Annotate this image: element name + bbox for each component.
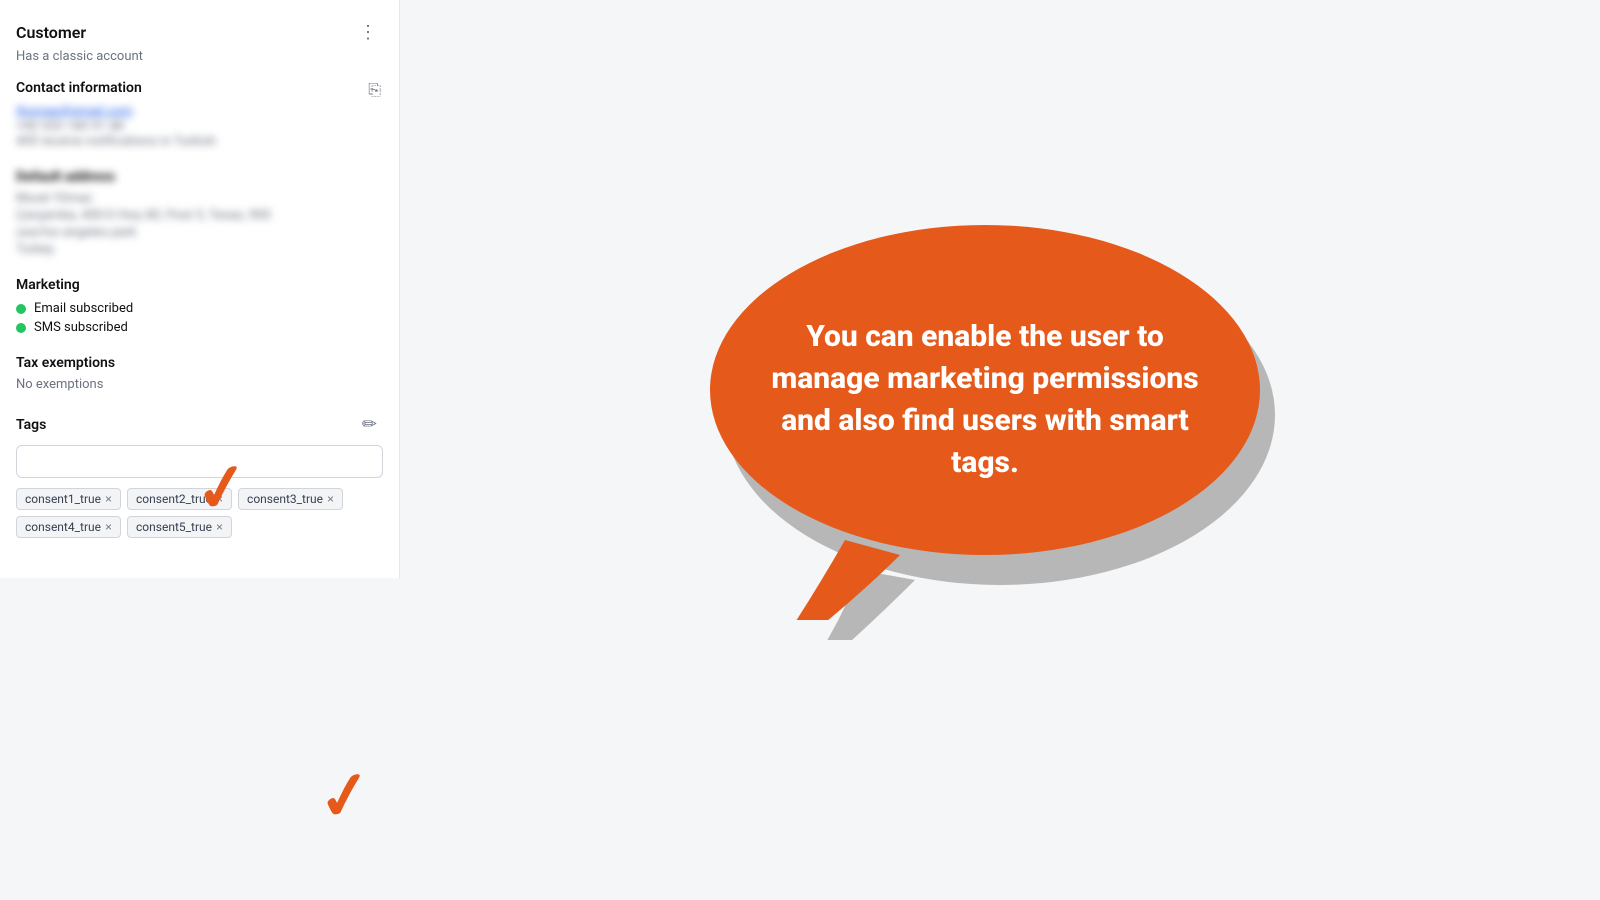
tag-label: consent2_true	[136, 492, 212, 506]
marketing-email-item: Email subscribed	[16, 301, 383, 316]
tag-remove-button[interactable]: ×	[105, 521, 112, 533]
list-item: consent4_true ×	[16, 516, 121, 538]
tag-label: consent3_true	[247, 492, 323, 506]
customer-title: Customer	[16, 23, 86, 42]
tag-remove-button[interactable]: ×	[216, 493, 223, 505]
clipboard-button[interactable]: ⎘	[366, 80, 383, 102]
address-name: Murat Yilmaz	[16, 191, 383, 206]
tag-remove-button[interactable]: ×	[216, 521, 223, 533]
customer-subtitle: Has a classic account	[16, 49, 383, 64]
edit-icon: ✏	[362, 414, 377, 434]
customer-phone: +90 555 180 91 88	[16, 119, 216, 134]
list-item: consent5_true ×	[127, 516, 232, 538]
address-line2: usa/los angeles park	[16, 225, 383, 240]
more-options-button[interactable]: ⋮	[353, 20, 383, 45]
tags-input[interactable]	[16, 445, 383, 478]
speech-bubble-text-container: You can enable the user to manage market…	[700, 230, 1270, 570]
contact-label: Contact information	[16, 80, 216, 96]
tags-edit-button[interactable]: ✏	[356, 412, 383, 437]
address-label: Default address	[16, 169, 383, 185]
address-line1: Çarşamba, 400-0 Hwy 80, Post 5, Texas, 9…	[16, 208, 383, 223]
list-item: consent3_true ×	[238, 488, 343, 510]
marketing-label: Marketing	[16, 277, 383, 293]
tags-label: Tags	[16, 417, 46, 433]
tax-value: No exemptions	[16, 377, 383, 392]
address-country: Turkey	[16, 242, 383, 257]
contact-row: Contact information thomas@gmail.com +90…	[16, 80, 383, 149]
list-item: consent1_true ×	[16, 488, 121, 510]
email-subscribed-label: Email subscribed	[34, 301, 133, 316]
customer-header: Customer ⋮	[16, 20, 383, 45]
tags-header: Tags ✏	[16, 412, 383, 437]
contact-details: Contact information thomas@gmail.com +90…	[16, 80, 216, 149]
tax-label: Tax exemptions	[16, 355, 383, 371]
tag-label: consent4_true	[25, 520, 101, 534]
tags-checkmark-icon: ✓	[313, 755, 378, 838]
contact-section: Contact information thomas@gmail.com +90…	[16, 80, 383, 149]
sms-subscribed-label: SMS subscribed	[34, 320, 128, 335]
right-area: You can enable the user to manage market…	[400, 0, 1600, 900]
tags-list: consent1_true × consent2_true × consent3…	[16, 488, 383, 538]
tags-section: Tags ✏ consent1_true × consent2_true × c…	[16, 412, 383, 538]
tag-remove-button[interactable]: ×	[105, 493, 112, 505]
tag-remove-button[interactable]: ×	[327, 493, 334, 505]
customer-notification: 400 receive notifications in Turkish	[16, 134, 216, 149]
marketing-sms-item: SMS subscribed	[16, 320, 383, 335]
sms-subscribed-dot	[16, 323, 26, 333]
list-item: consent2_true ×	[127, 488, 232, 510]
email-subscribed-dot	[16, 304, 26, 314]
customer-email[interactable]: thomas@gmail.com	[16, 104, 216, 119]
clipboard-icon: ⎘	[368, 82, 381, 99]
left-panel: Customer ⋮ Has a classic account Contact…	[0, 0, 400, 578]
address-section: Default address Murat Yilmaz Çarşamba, 4…	[16, 169, 383, 257]
marketing-section: Marketing Email subscribed SMS subscribe…	[16, 277, 383, 335]
speech-bubble-wrapper: You can enable the user to manage market…	[690, 200, 1310, 700]
tax-section: Tax exemptions No exemptions	[16, 355, 383, 392]
speech-bubble-text: You can enable the user to manage market…	[700, 296, 1270, 504]
tag-label: consent1_true	[25, 492, 101, 506]
tag-label: consent5_true	[136, 520, 212, 534]
